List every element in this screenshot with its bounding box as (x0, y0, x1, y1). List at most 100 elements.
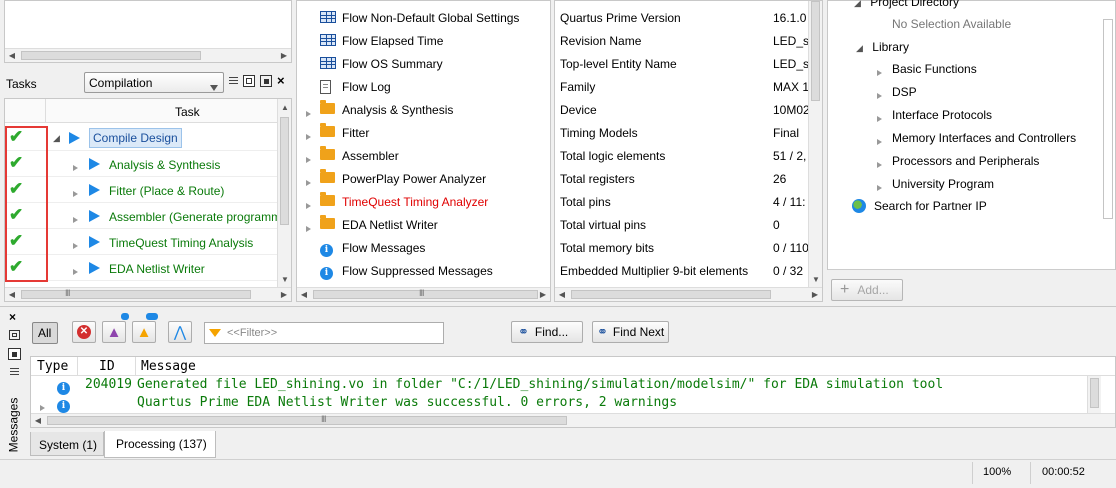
filter-input[interactable]: <<Filter>> (204, 322, 444, 344)
report-item-label: Analysis & Synthesis (342, 103, 454, 117)
collapsed-triangle-icon[interactable] (877, 111, 882, 125)
table-icon (320, 11, 336, 26)
collapsed-triangle-icon[interactable] (306, 129, 311, 143)
ip-library-item[interactable]: University Program (828, 172, 1115, 195)
summary-vscroll[interactable]: ▼ (808, 1, 822, 287)
restore-icon[interactable] (9, 330, 20, 340)
collapsed-triangle-icon[interactable] (877, 157, 882, 171)
message-row[interactable]: i Quartus Prime EDA Netlist Writer was su… (31, 394, 1087, 414)
play-icon (89, 184, 100, 199)
tab-processing[interactable]: Processing (137) (104, 431, 216, 458)
critical-warning-filter-button[interactable]: ▲ (102, 321, 126, 343)
summary-name: Total virtual pins (560, 218, 647, 232)
report-item[interactable]: PowerPlay Power Analyzer (297, 167, 550, 190)
tasks-hscroll[interactable]: ◀ III ▶ (5, 287, 291, 301)
menu-icon[interactable] (10, 368, 19, 377)
report-item[interactable]: TimeQuest Timing Analyzer (297, 190, 550, 213)
collapsed-triangle-icon[interactable] (306, 221, 311, 235)
suppress-icon: ⋀ (173, 323, 187, 341)
message-rows: i 204019 Generated file LED_shining.vo in … (31, 376, 1087, 414)
message-row[interactable]: i 204019 Generated file LED_shining.vo in … (31, 376, 1087, 395)
report-item[interactable]: Flow Non-Default Global Settings (297, 6, 550, 29)
warning-filter-button[interactable]: ▲ (132, 321, 156, 343)
summary-row: Revision Name LED_s (555, 29, 808, 52)
collapsed-triangle-icon[interactable] (73, 186, 78, 200)
collapsed-triangle-icon[interactable] (73, 160, 78, 174)
report-item[interactable]: Flow Elapsed Time (297, 29, 550, 52)
summary-name: Device (560, 103, 597, 117)
expanded-triangle-icon: ◢ (856, 43, 863, 53)
project-navigator-pane: ◀ ▶ (4, 0, 292, 63)
project-directory-node[interactable]: ◢ Project Directory (854, 0, 959, 9)
report-item[interactable]: i Flow Messages (297, 236, 550, 259)
ip-library-item[interactable]: Processors and Peripherals (828, 149, 1115, 172)
collapsed-triangle-icon[interactable] (877, 180, 882, 194)
info-icon: i (320, 241, 333, 257)
collapsed-triangle-icon[interactable] (73, 264, 78, 278)
collapsed-triangle-icon[interactable] (73, 212, 78, 226)
report-hscroll[interactable]: ◀ III ▶ (297, 287, 550, 301)
collapsed-triangle-icon[interactable] (306, 106, 311, 120)
tasks-vscroll[interactable]: ▲ ▼ (277, 99, 291, 287)
task-label: Analysis & Synthesis (109, 158, 221, 172)
tab-system[interactable]: System (1) (30, 432, 104, 456)
summary-row: Device 10M02 (555, 98, 808, 121)
info-icon: i (320, 264, 333, 280)
summary-row: Total virtual pins 0 (555, 213, 808, 236)
collapsed-triangle-icon[interactable] (877, 88, 882, 102)
ip-vscroll[interactable] (1101, 1, 1115, 221)
ip-library-item[interactable]: Interface Protocols (828, 103, 1115, 126)
close-icon[interactable]: × (9, 310, 16, 324)
binoculars-icon: ⚭ (518, 324, 529, 339)
collapsed-triangle-icon[interactable] (877, 134, 882, 148)
search-partner-ip[interactable]: Search for Partner IP (852, 199, 987, 213)
close-icon[interactable]: × (277, 73, 285, 88)
restore-icon[interactable] (243, 75, 255, 87)
float-icon[interactable] (8, 348, 21, 360)
report-item[interactable]: Flow OS Summary (297, 52, 550, 75)
expanded-triangle-icon[interactable]: ◢ (53, 133, 60, 144)
project-navigator-hscroll[interactable]: ◀ ▶ (5, 48, 291, 62)
report-item[interactable]: Fitter (297, 121, 550, 144)
report-item[interactable]: Assembler (297, 144, 550, 167)
report-item[interactable]: i Flow Suppressed Messages (297, 259, 550, 282)
summary-value: 26 (773, 172, 787, 186)
task-column-label: Task (175, 105, 200, 119)
id-column: ID (99, 359, 115, 374)
report-item-label: Flow OS Summary (342, 57, 443, 71)
menu-icon[interactable] (229, 77, 238, 86)
collapsed-triangle-icon[interactable] (73, 238, 78, 252)
find-next-button[interactable]: ⚭ Find Next (592, 321, 669, 343)
suppressed-filter-button[interactable]: ⋀ (168, 321, 192, 343)
collapsed-triangle-icon[interactable] (306, 198, 311, 212)
chevron-down-icon (210, 80, 218, 94)
task-label: Assembler (Generate programm (109, 210, 282, 224)
ip-library-item[interactable]: Memory Interfaces and Controllers (828, 126, 1115, 149)
tasks-tree: Task ✔ ◢ Compile Design ✔ Analysis & Synthes… (4, 98, 292, 302)
report-item-label: Flow Elapsed Time (342, 34, 444, 48)
messages-vscroll[interactable] (1087, 376, 1101, 414)
flow-select[interactable]: Compilation (84, 72, 224, 93)
find-button[interactable]: ⚭ Find... (511, 321, 583, 343)
ip-library-item[interactable]: Basic Functions (828, 57, 1115, 80)
collapsed-triangle-icon[interactable] (306, 175, 311, 189)
tasks-header: Tasks Compilation × (0, 68, 292, 98)
add-ip-button[interactable]: + Add... (831, 279, 903, 301)
summary-row: Timing Models Final (555, 121, 808, 144)
report-item[interactable]: Analysis & Synthesis (297, 98, 550, 121)
float-icon[interactable] (260, 75, 272, 87)
summary-hscroll[interactable]: ◀ ▶ (555, 287, 822, 301)
report-item[interactable]: Flow Log (297, 75, 550, 98)
collapsed-triangle-icon[interactable] (40, 400, 45, 414)
all-button[interactable]: All (32, 322, 58, 344)
collapsed-triangle-icon[interactable] (877, 65, 882, 79)
library-node[interactable]: ◢ Library (856, 40, 909, 54)
collapsed-triangle-icon[interactable] (306, 152, 311, 166)
report-item-label: Flow Log (342, 80, 391, 94)
error-filter-button[interactable]: ✕ (72, 321, 96, 343)
report-item[interactable]: EDA Netlist Writer (297, 213, 550, 236)
messages-hscroll[interactable]: ◀ III (31, 413, 1115, 427)
summary-value: 10M02 (773, 103, 808, 117)
document-icon (320, 80, 331, 97)
ip-library-item[interactable]: DSP (828, 80, 1115, 103)
